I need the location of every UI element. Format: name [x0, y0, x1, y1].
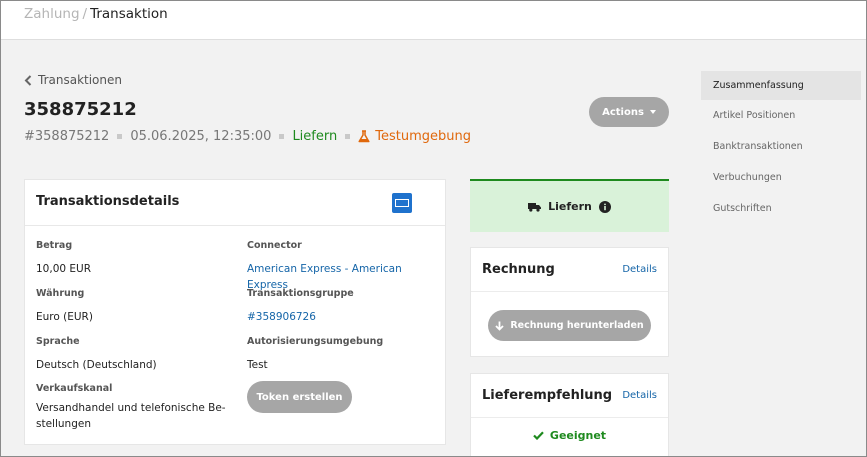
nav-item-artikel-positionen[interactable]: Artikel Positionen: [701, 100, 861, 131]
field-betrag: Betrag 10,00 EUR: [36, 240, 91, 277]
right-navigation: Zusammenfassung Artikel Positionen Bankt…: [701, 71, 861, 224]
american-express-icon: [392, 193, 412, 213]
field-label: Währung: [36, 288, 85, 299]
environment-badge: Testumgebung: [358, 129, 471, 144]
page-title: 358875212: [24, 99, 137, 120]
caret-down-icon: [649, 110, 656, 114]
field-transaktionsgruppe: Transaktionsgruppe #358906726: [247, 288, 354, 325]
card-header: Transaktionsdetails: [25, 180, 445, 226]
nav-item-gutschriften[interactable]: Gutschriften: [701, 193, 861, 224]
delivery-result: Geeignet: [471, 429, 668, 442]
nav-item-zusammenfassung[interactable]: Zusammenfassung: [701, 71, 861, 100]
delivery-result-label: Geeignet: [549, 429, 607, 442]
invoice-details-link[interactable]: Details: [622, 264, 657, 275]
field-value-line: Versandhandel und telefonische Be-: [36, 402, 226, 414]
card-title: Transaktionsdetails: [36, 194, 180, 209]
field-waehrung: Währung Euro (EUR): [36, 288, 93, 325]
breadcrumb: Zahlung / Transaktion: [24, 6, 168, 22]
field-label: Transaktionsgruppe: [247, 288, 354, 299]
top-bar: Zahlung / Transaktion: [0, 0, 867, 40]
field-verkaufskanal: Verkaufskanal Versandhandel und telefoni…: [36, 383, 226, 432]
delivery-details-link[interactable]: Details: [622, 390, 657, 401]
breadcrumb-separator: /: [82, 6, 88, 22]
actions-label: Actions: [602, 106, 644, 118]
separator-dot: [345, 134, 351, 139]
breadcrumb-parent[interactable]: Zahlung: [24, 6, 80, 22]
environment-label: Testumgebung: [375, 129, 471, 144]
field-label: Autorisierungsumgebung: [247, 336, 384, 347]
separator-dot: [279, 134, 285, 139]
create-token-button[interactable]: Token erstellen: [247, 381, 352, 413]
back-link-label: Transaktionen: [38, 73, 122, 87]
arrow-down-icon: [495, 321, 504, 331]
breadcrumb-current: Transaktion: [90, 6, 168, 22]
status-card: Liefern: [470, 179, 669, 232]
nav-item-verbuchungen[interactable]: Verbuchungen: [701, 162, 861, 193]
field-value: Deutsch (Deutschland): [36, 359, 157, 371]
field-value: Test: [247, 359, 268, 371]
invoice-title: Rechnung: [482, 262, 555, 277]
transaction-meta: #358875212 05.06.2025, 12:35:00 Liefern …: [24, 129, 471, 144]
invoice-card-header: Rechnung Details: [471, 248, 668, 292]
download-invoice-button[interactable]: Rechnung herunterladen: [488, 310, 651, 341]
flask-icon: [358, 130, 370, 143]
truck-icon: [528, 202, 542, 212]
field-label: Sprache: [36, 336, 80, 347]
field-value: 10,00 EUR: [36, 263, 92, 275]
actions-button[interactable]: Actions: [589, 97, 669, 127]
field-value: Euro (EUR): [36, 311, 93, 323]
info-icon[interactable]: [598, 200, 611, 213]
download-invoice-label: Rechnung herunterladen: [510, 320, 644, 331]
field-label: Betrag: [36, 240, 73, 251]
delivery-recommendation-card: Lieferempfehlung Details Geeignet: [470, 373, 669, 457]
transaction-group-link[interactable]: #358906726: [247, 309, 354, 325]
field-connector: Connector American Express - American Ex…: [247, 240, 445, 293]
delivery-title: Lieferempfehlung: [482, 388, 613, 403]
field-label: Verkaufskanal: [36, 383, 113, 394]
field-value: Versandhandel und telefonische Be- stell…: [36, 400, 226, 432]
transaction-id: #358875212: [24, 129, 110, 144]
field-autorisierungsumgebung: Autorisierungsumgebung Test: [247, 336, 383, 373]
separator-dot: [117, 134, 123, 139]
invoice-card: Rechnung Details Rechnung herunterladen: [470, 247, 669, 357]
chevron-left-icon: [24, 74, 32, 86]
back-link[interactable]: Transaktionen: [24, 73, 122, 87]
status-text: Liefern: [292, 129, 338, 144]
transaction-datetime: 05.06.2025, 12:35:00: [130, 129, 272, 144]
delivery-card-header: Lieferempfehlung Details: [471, 374, 668, 418]
check-icon: [533, 431, 544, 440]
field-value-line: stellungen: [36, 418, 91, 430]
status-label: Liefern: [548, 200, 592, 213]
nav-item-banktransaktionen[interactable]: Banktransaktionen: [701, 131, 861, 162]
field-label: Connector: [247, 240, 302, 251]
field-sprache: Sprache Deutsch (Deutschland): [36, 336, 157, 373]
transaction-details-card: Transaktionsdetails Betrag 10,00 EUR Con…: [24, 179, 446, 445]
